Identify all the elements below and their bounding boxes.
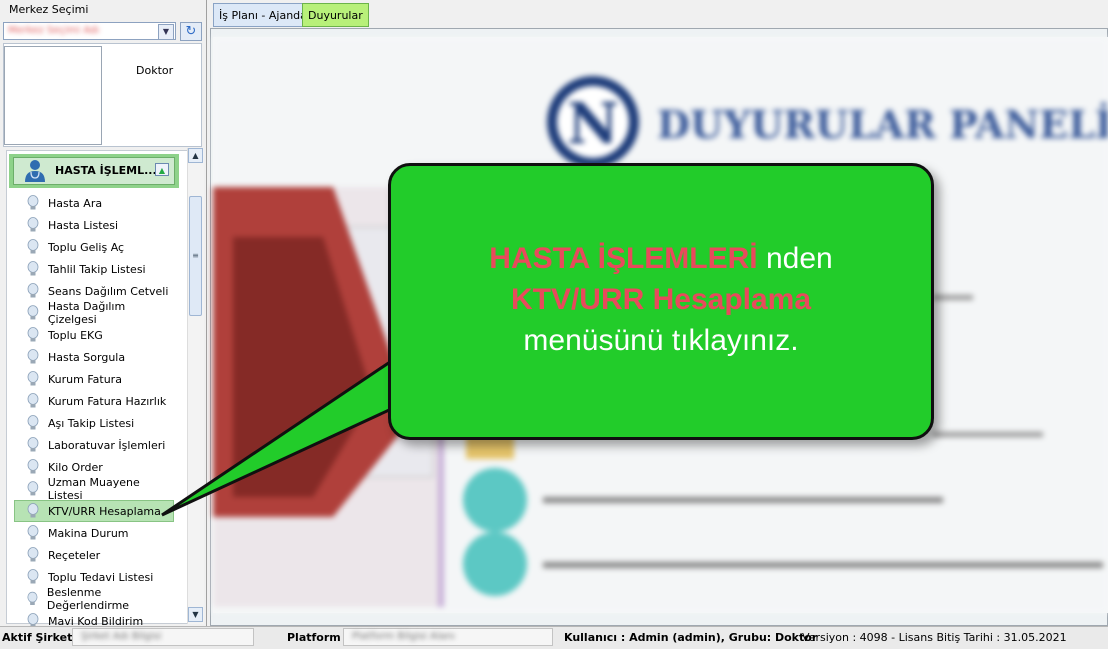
scroll-up-icon[interactable]: ▲ [188,148,203,163]
sidebar-item[interactable]: Toplu EKG [26,324,176,346]
refresh-icon: ↻ [185,24,197,39]
bulb-icon [27,327,39,342]
tab-agenda[interactable]: İş Planı - Ajanda [213,3,313,27]
sidebar-item-label: Toplu Geliş Aç [48,240,125,254]
sidebar-item-label: Kurum Fatura [48,372,122,386]
sidebar-item[interactable]: Toplu Geliş Aç [26,236,176,258]
user-photo [4,46,102,145]
sidebar-item-label: Kurum Fatura Hazırlık [48,394,167,408]
sidebar-item-label: KTV/URR Hesaplama [48,504,161,518]
sidebar-item-label: Makina Durum [48,526,129,540]
company-value-text: Şirket Adı Bilgisi [81,631,162,642]
sidebar-item[interactable]: Seans Dağılım Cetveli [26,280,176,302]
scroll-down-icon[interactable]: ▼ [188,607,203,622]
bulb-icon [27,371,39,386]
callout-pointer [161,360,402,517]
bulb-icon [27,525,39,540]
sidebar-item-label: Kilo Order [48,460,103,474]
scroll-thumb[interactable]: ≡ [189,196,202,316]
bulb-icon [27,569,39,584]
active-company-label: Aktif Şirket [2,631,73,644]
platform-value-text: Platform Bilgisi Alanı [352,631,455,642]
center-selection-label: Merkez Seçimi [9,3,89,16]
sidebar-item-label: Hasta Sorgula [48,350,126,364]
sidebar-item-label: Reçeteler [48,548,101,562]
bulb-icon [27,503,39,518]
bulb-icon [27,547,39,562]
bulb-icon [27,239,39,254]
chevron-down-icon[interactable]: ▼ [158,24,174,40]
sidebar-item-label: Laboratuvar İşlemleri [48,438,166,452]
sidebar-item[interactable]: Tahlil Takip Listesi [26,258,176,280]
role-label: Doktor [136,64,174,77]
sidebar-item-label: Seans Dağılım Cetveli [48,284,169,298]
active-company-value: Şirket Adı Bilgisi [72,628,254,646]
callout-highlight-menu: KTV/URR Hesaplama [510,283,812,316]
sidebar-item-label: Toplu EKG [48,328,103,342]
center-select-value: Merkez Seçimi Adı [8,25,100,36]
platform-label: Platform [287,631,341,644]
bulb-icon [27,437,39,452]
tab-announcements[interactable]: Duyurular [302,3,369,27]
bulb-icon [27,217,39,232]
bulb-icon [27,481,39,496]
doctor-icon [25,160,45,182]
bulb-icon [27,393,39,408]
user-info: Kullanıcı : Admin (admin), Grubu: Doktor [564,631,818,644]
bulb-icon [27,415,39,430]
sidebar-item[interactable]: Hasta Ara [26,192,176,214]
callout-text: HASTA İŞLEMLERİ nden KTV/URR Hesaplama m… [388,238,934,361]
logo-letter: N [567,91,618,157]
sidebar-item[interactable]: Beslenme Değerlendirme [26,586,176,612]
bulb-icon [27,195,39,210]
sidebar-item[interactable]: Hasta Dağılım Çizelgesi [26,300,176,326]
sidebar-item-label: Hasta Ara [48,196,103,210]
sidebar-item-label: Beslenme Değerlendirme [46,586,130,612]
sidebar-item-label: Aşı Takip Listesi [48,416,135,430]
bulb-icon [27,305,39,320]
sidebar-item[interactable]: Reçeteler [26,544,176,566]
bulb-icon [27,349,39,364]
refresh-button[interactable]: ↻ [180,22,202,41]
bulb-icon [27,459,39,474]
callout-text-instruction: menüsünü tıklayınız. [523,324,799,357]
sidebar-item-label: Hasta Dağılım Çizelgesi [47,300,126,326]
sidebar-item[interactable]: Hasta Listesi [26,214,176,236]
callout-joint [392,368,404,420]
sidebar-item-label: Tahlil Takip Listesi [48,262,146,276]
platform-value: Platform Bilgisi Alanı [343,628,553,646]
panel-title: DUYURULAR PANELİ [657,102,1108,147]
bulb-icon [27,283,39,298]
callout-text-suffix: nden [757,242,833,275]
collapse-button[interactable]: ▲ [155,163,169,176]
sidebar-item-label: Toplu Tedavi Listesi [48,570,154,584]
menu-section-title: HASTA İŞLEML... [55,164,157,177]
sidebar-item-label: Hasta Listesi [48,218,119,232]
center-select[interactable]: Merkez Seçimi Adı ▼ [3,22,176,40]
bulb-icon [27,261,39,276]
bulb-icon [27,591,38,605]
callout-highlight-section: HASTA İŞLEMLERİ [489,242,758,275]
version-info: Versiyon : 4098 - Lisans Bitiş Tarihi : … [802,631,1067,644]
chevron-up-icon: ▲ [158,166,166,175]
sidebar-item[interactable]: Toplu Tedavi Listesi [26,566,176,588]
